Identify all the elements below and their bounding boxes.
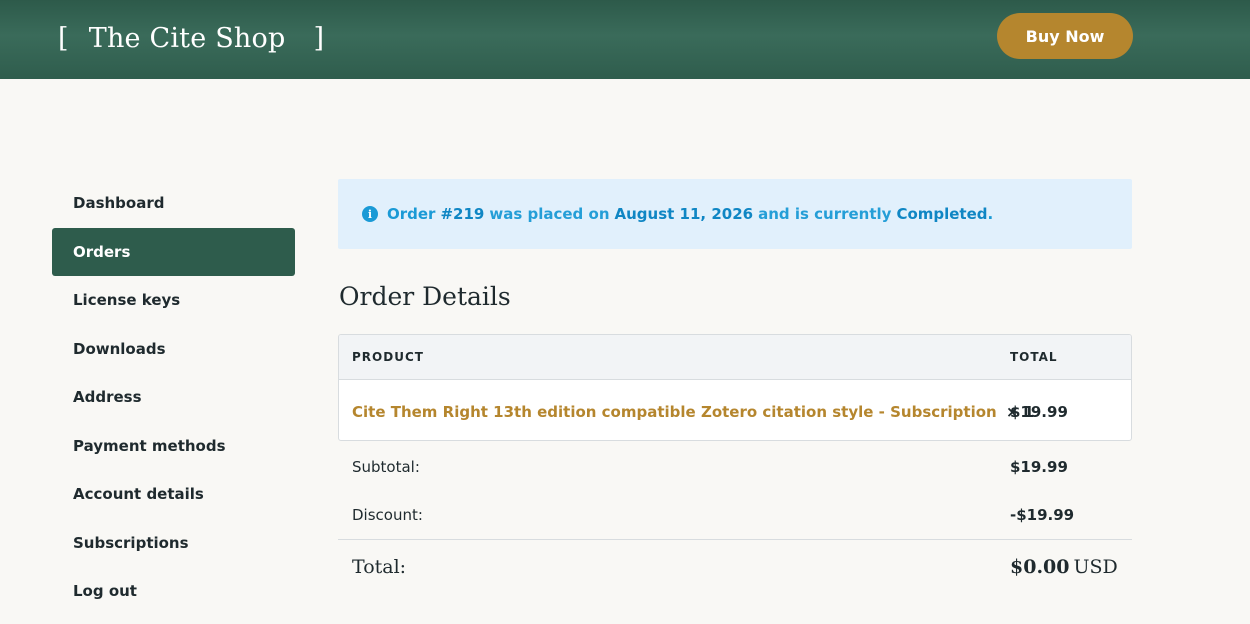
- order-date: August 11, 2026: [614, 205, 754, 223]
- info-icon: i: [362, 206, 378, 222]
- notice-text-status: and is currently: [758, 205, 892, 223]
- discount-label: Discount:: [352, 506, 423, 524]
- sidebar-item-payment-methods[interactable]: Payment methods: [52, 422, 295, 471]
- row-total: $19.99: [1010, 403, 1068, 421]
- subtotal-value: $19.99: [1010, 458, 1068, 476]
- notice-text-placed: was placed on: [489, 205, 610, 223]
- sidebar-item-license-keys[interactable]: License keys: [52, 276, 295, 325]
- sidebar-item-subscriptions[interactable]: Subscriptions: [52, 519, 295, 568]
- order-number: #219: [440, 205, 485, 223]
- subtotal-label: Subtotal:: [352, 458, 420, 476]
- notice-prefix: Order: [387, 205, 436, 223]
- account-sidebar: Dashboard Orders License keys Downloads …: [52, 179, 295, 616]
- discount-value: -$19.99: [1010, 506, 1075, 524]
- column-header-total: TOTAL: [1010, 350, 1058, 364]
- total-value: $0.00 USD: [1010, 556, 1118, 578]
- order-status: Completed: [896, 205, 988, 223]
- subtotal-row: Subtotal: $19.99: [338, 443, 1132, 491]
- discount-row: Discount: -$19.99: [338, 491, 1132, 539]
- notice-period: .: [987, 205, 994, 223]
- sidebar-item-downloads[interactable]: Downloads: [52, 325, 295, 374]
- order-details-title: Order Details: [339, 282, 511, 311]
- logo-bracket-close: ]: [313, 22, 325, 54]
- order-status-notice: i Order #219 was placed on August 11, 20…: [338, 179, 1132, 249]
- table-row: Cite Them Right 13th edition compatible …: [339, 380, 1131, 440]
- site-name: The Cite Shop: [88, 22, 286, 54]
- buy-now-button[interactable]: Buy Now: [997, 13, 1133, 59]
- sidebar-item-account-details[interactable]: Account details: [52, 470, 295, 519]
- order-items-table: PRODUCT TOTAL Cite Them Right 13th editi…: [338, 334, 1132, 441]
- column-header-product: PRODUCT: [352, 350, 424, 364]
- sidebar-item-log-out[interactable]: Log out: [52, 567, 295, 616]
- sidebar-item-orders[interactable]: Orders: [52, 227, 295, 276]
- product-link[interactable]: Cite Them Right 13th edition compatible …: [352, 403, 1034, 421]
- total-currency: USD: [1073, 556, 1118, 578]
- site-logo[interactable]: [ The Cite Shop ]: [58, 18, 324, 58]
- sidebar-item-dashboard[interactable]: Dashboard: [52, 179, 295, 228]
- total-label: Total:: [352, 556, 407, 578]
- site-header: [ The Cite Shop ] Buy Now: [0, 0, 1250, 79]
- product-name[interactable]: Cite Them Right 13th edition compatible …: [352, 403, 997, 421]
- logo-bracket-open: [: [58, 22, 69, 54]
- total-row: Total: $0.00 USD: [338, 540, 1132, 600]
- total-amount: $0.00: [1010, 556, 1070, 578]
- table-header: PRODUCT TOTAL: [339, 335, 1131, 380]
- sidebar-item-address[interactable]: Address: [52, 373, 295, 422]
